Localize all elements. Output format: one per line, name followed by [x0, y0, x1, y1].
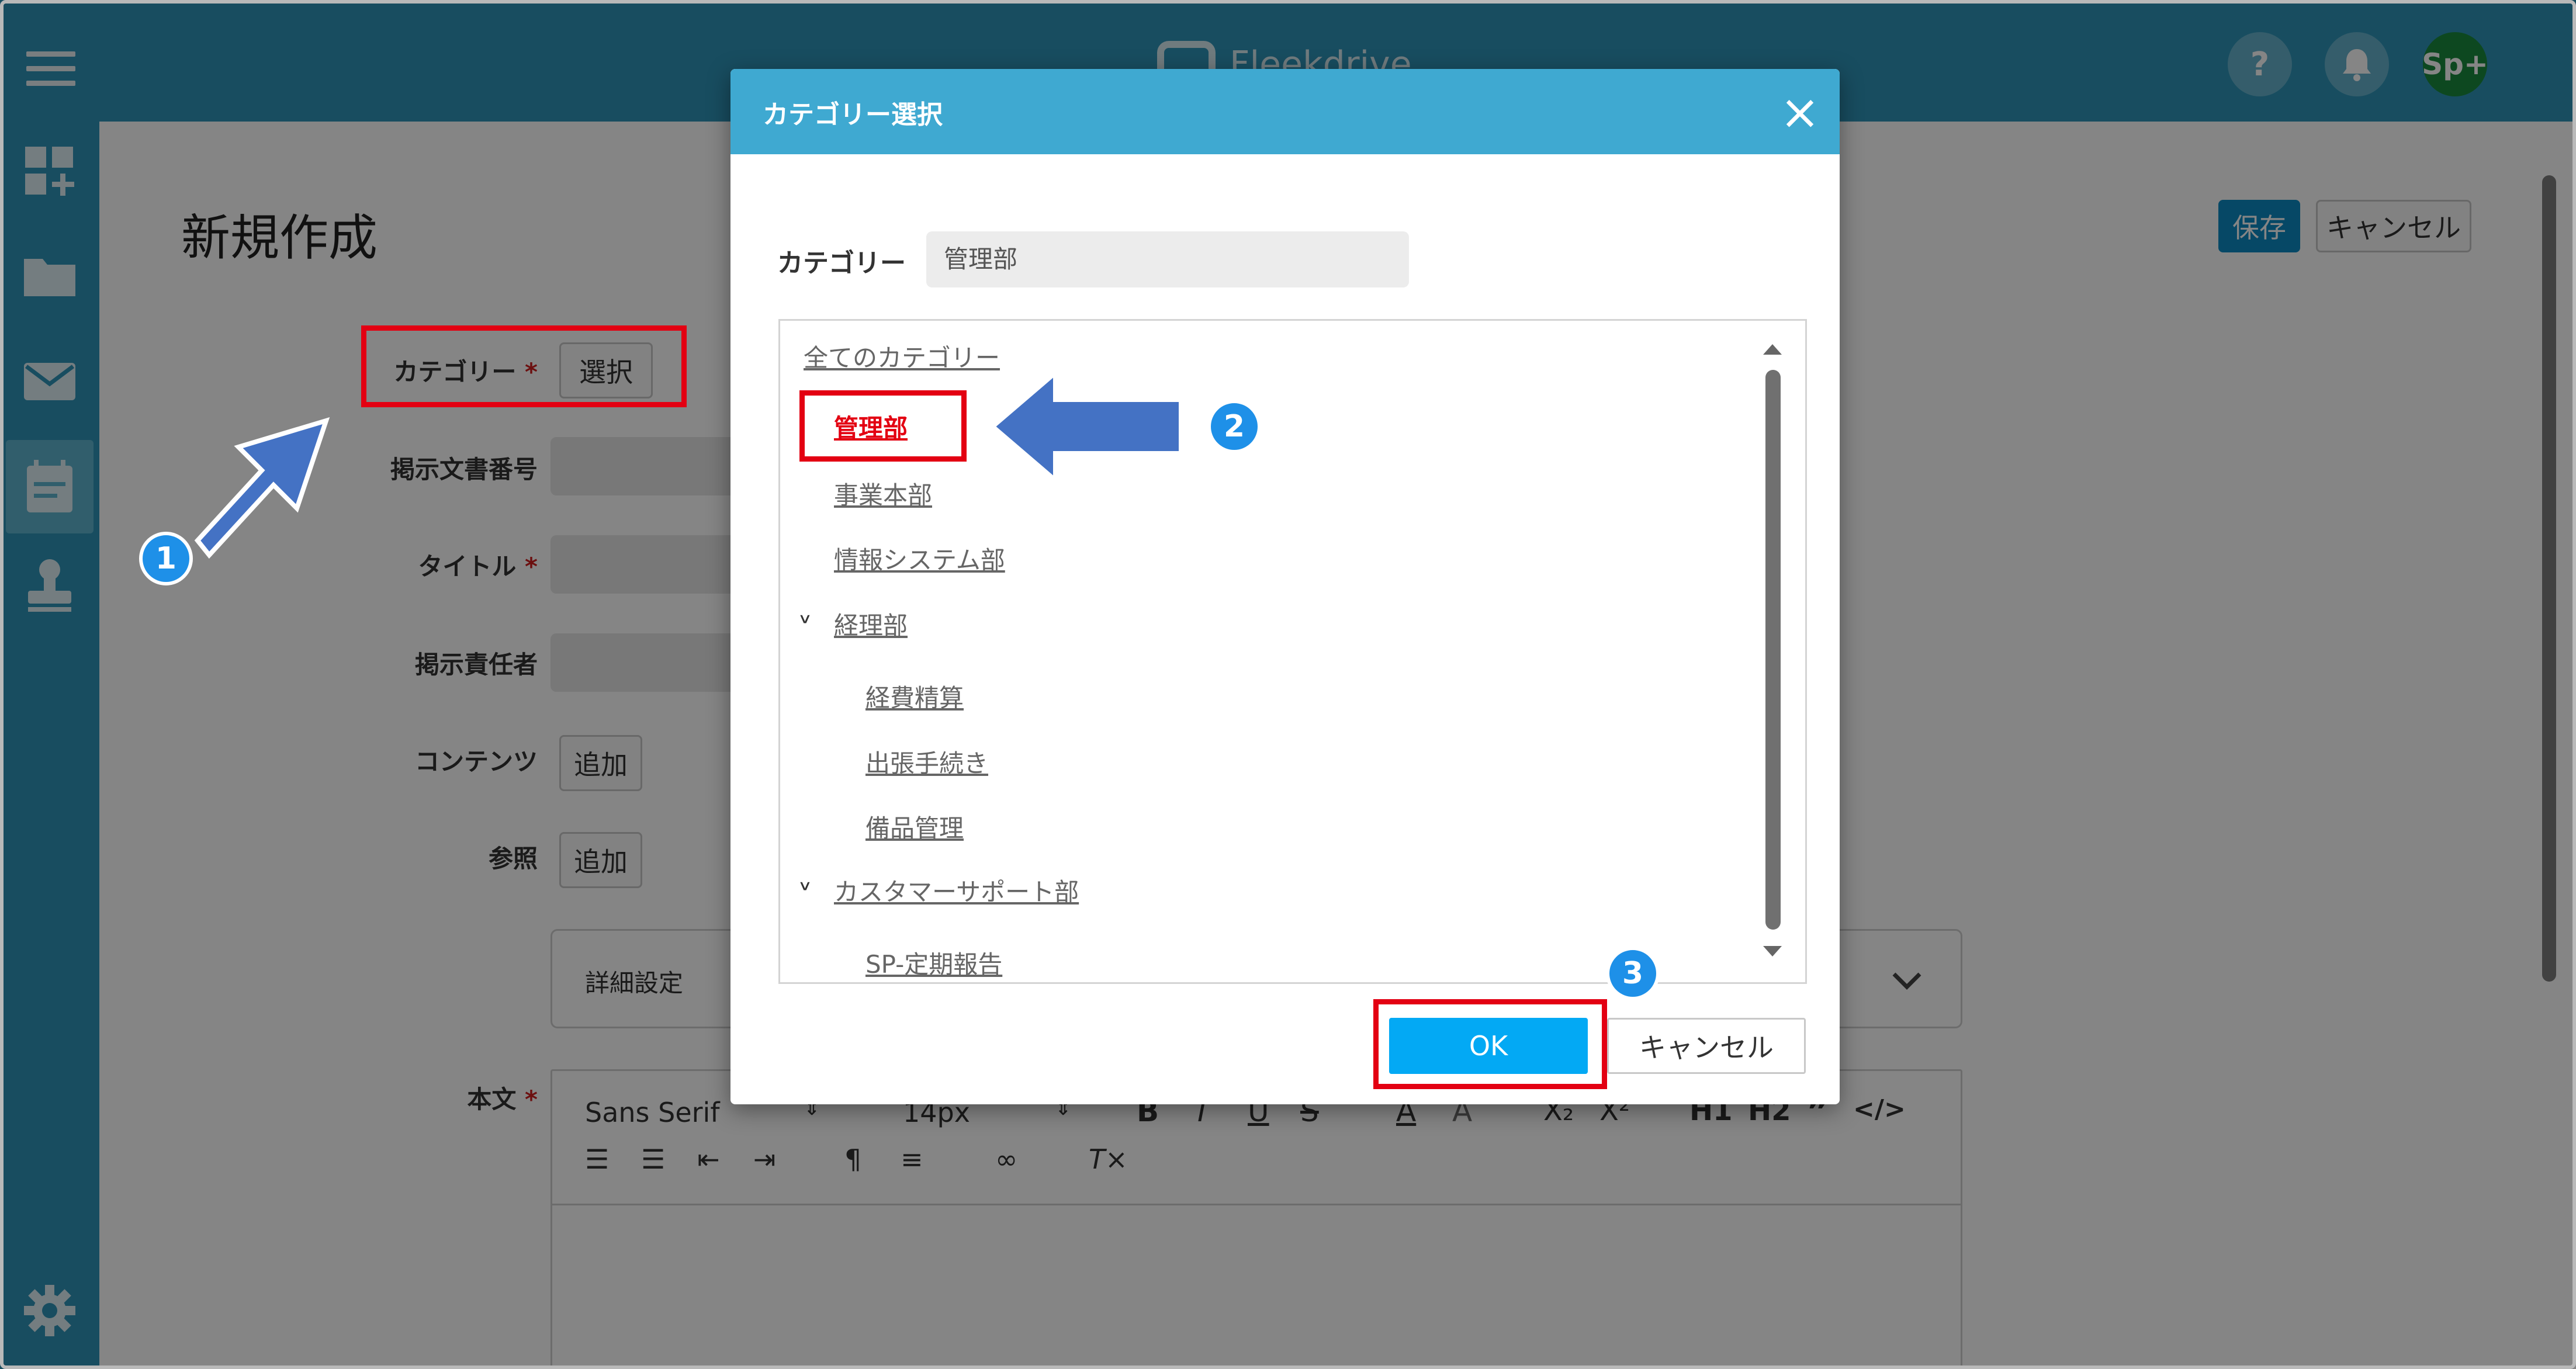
- highlight-category-select: [361, 325, 687, 407]
- scroll-down-icon[interactable]: [1757, 940, 1788, 964]
- dialog-header: カテゴリー選択 ×: [730, 69, 1840, 154]
- close-icon[interactable]: ×: [1777, 89, 1823, 137]
- dialog-category-input[interactable]: 管理部: [926, 231, 1409, 287]
- step1-arrow-icon: [194, 417, 330, 559]
- tree-item-all[interactable]: 全てのカテゴリー: [804, 338, 1000, 374]
- tree-item-customer-support[interactable]: カスタマーサポート部: [834, 872, 1079, 908]
- dialog-title: カテゴリー選択: [763, 100, 943, 130]
- chevron-down-icon[interactable]: ∨: [798, 611, 812, 627]
- tree-item-keiri[interactable]: 経理部: [834, 606, 908, 642]
- step2-arrow-icon: [991, 370, 1182, 483]
- tree-item-joho[interactable]: 情報システム部: [834, 540, 1005, 576]
- tree-item-keihi[interactable]: 経費精算: [865, 678, 964, 714]
- scroll-up-icon[interactable]: [1757, 337, 1788, 361]
- highlight-ok: [1373, 999, 1607, 1089]
- tree-item-jigyou[interactable]: 事業本部: [834, 476, 932, 511]
- dialog-category-label: カテゴリー: [777, 248, 906, 278]
- screen: Fleekdrive ? Sp+ 新規作成 保存 キャンセル カテゴリー * 選…: [0, 0, 2576, 1369]
- step1-badge: 1: [139, 532, 193, 585]
- tree-item-sp-report[interactable]: SP-定期報告: [865, 945, 1002, 980]
- tree-item-shuccho[interactable]: 出張手続き: [865, 744, 988, 779]
- chevron-down-icon[interactable]: ∨: [798, 878, 812, 894]
- category-dialog: カテゴリー選択 × カテゴリー 管理部 全てのカテゴリー 管理部 事業本部 情報…: [730, 69, 1840, 1104]
- dialog-cancel-button[interactable]: キャンセル: [1607, 1018, 1806, 1074]
- tree-scrollbar-thumb[interactable]: [1765, 370, 1781, 930]
- step2-badge: 2: [1207, 400, 1261, 453]
- tree-item-bihin[interactable]: 備品管理: [865, 809, 964, 844]
- highlight-kanribu: [799, 390, 967, 462]
- step3-badge: 3: [1606, 947, 1660, 1000]
- tree-scrollbar[interactable]: [1757, 332, 1788, 972]
